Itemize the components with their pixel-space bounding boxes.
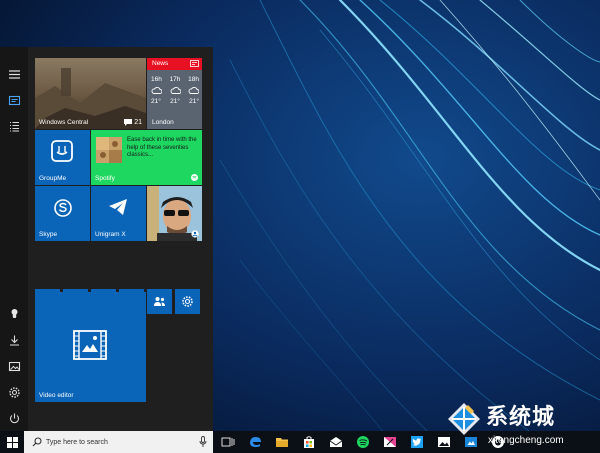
cloud-icon: [151, 87, 162, 94]
watermark-site-text: xitongcheng.com: [488, 435, 564, 446]
downloads-icon[interactable]: [0, 327, 28, 353]
windows-flag-watermark-icon: [448, 403, 480, 435]
cloud-icon: [170, 87, 181, 94]
start-menu-rail: [0, 47, 28, 431]
news-time: 18h: [188, 76, 199, 83]
spotify-logo-icon: [191, 174, 198, 181]
news-time: 17h: [169, 76, 181, 83]
watermark-brand-text: 系统城: [486, 405, 556, 430]
twitter-taskbar-icon[interactable]: [409, 434, 425, 450]
album-art-image: [96, 137, 122, 163]
store-icon[interactable]: [301, 434, 317, 450]
windows-central-count: 21: [134, 119, 142, 126]
windows-central-badge: 21: [124, 119, 142, 126]
skype-tile[interactable]: Skype: [35, 186, 90, 241]
news-tile[interactable]: News 16h 17h 18h 21° 21° 21° London: [147, 58, 202, 129]
video-editor-tile[interactable]: Video editor: [35, 292, 146, 402]
windows-logo-icon: [6, 436, 18, 448]
news-title: News: [152, 60, 169, 67]
start-button[interactable]: [0, 431, 24, 453]
microphone-icon[interactable]: [199, 436, 207, 448]
unigram-tile[interactable]: Unigram X: [91, 186, 146, 241]
power-icon[interactable]: [0, 405, 28, 431]
search-icon: [32, 437, 42, 447]
news-time: 16h: [151, 76, 162, 83]
people-app-tile[interactable]: [147, 289, 172, 314]
unigram-label: Unigram X: [95, 231, 126, 238]
mail-icon[interactable]: [328, 434, 344, 450]
news-times-row: 16h 17h 18h: [151, 76, 199, 83]
windows-central-tile[interactable]: Windows Central 21: [35, 58, 146, 129]
spotify-taskbar-icon[interactable]: [355, 434, 371, 450]
tiles-view-icon[interactable]: [0, 87, 28, 113]
spotify-promo-text: Ease back in time with the help of these…: [127, 137, 197, 158]
watermark-logo: 系统城 xitongcheng.com: [446, 397, 596, 453]
cloud-icon: [188, 87, 199, 94]
news-weather-row: [151, 86, 199, 94]
people-icon: [191, 230, 199, 238]
news-temp: 21°: [151, 98, 161, 105]
all-apps-list-icon[interactable]: [0, 113, 28, 139]
chat-bubble-icon: [124, 119, 133, 126]
news-icon: [190, 60, 199, 67]
paint-app-icon[interactable]: [382, 434, 398, 450]
telegram-icon: [109, 199, 127, 215]
video-editor-label: Video editor: [39, 392, 74, 399]
gear-icon: [182, 296, 193, 307]
people-photo-tile[interactable]: [147, 186, 202, 241]
skype-icon: [54, 199, 72, 217]
groupme-icon: [51, 140, 73, 162]
groupme-label: GroupMe: [39, 175, 67, 182]
news-temp: 21°: [189, 98, 199, 105]
settings-tile[interactable]: [175, 289, 200, 314]
skype-label: Skype: [39, 231, 58, 238]
pictures-icon[interactable]: [0, 353, 28, 379]
start-menu: Windows Central 21 News 16h 17h 18h 21° …: [0, 47, 213, 431]
hamburger-menu-icon[interactable]: [0, 61, 28, 87]
windows-central-label: Windows Central: [39, 119, 89, 126]
search-placeholder: Type here to search: [46, 438, 108, 446]
spotify-label: Spotify: [95, 175, 115, 182]
news-temps-row: 21° 21° 21°: [151, 98, 199, 105]
search-box[interactable]: Type here to search: [24, 431, 213, 453]
video-editor-icon: [73, 330, 107, 360]
edge-browser-icon[interactable]: [247, 434, 263, 450]
settings-gear-icon[interactable]: [0, 379, 28, 405]
news-header: News: [147, 58, 202, 70]
news-temp: 21°: [170, 98, 180, 105]
task-view-icon[interactable]: [220, 434, 236, 450]
user-avatar-icon[interactable]: [0, 300, 28, 326]
news-city: London: [152, 119, 174, 126]
spotify-tile[interactable]: Ease back in time with the help of these…: [91, 130, 202, 185]
people-group-icon: [154, 297, 165, 306]
file-explorer-icon[interactable]: [274, 434, 290, 450]
groupme-tile[interactable]: GroupMe: [35, 130, 90, 185]
